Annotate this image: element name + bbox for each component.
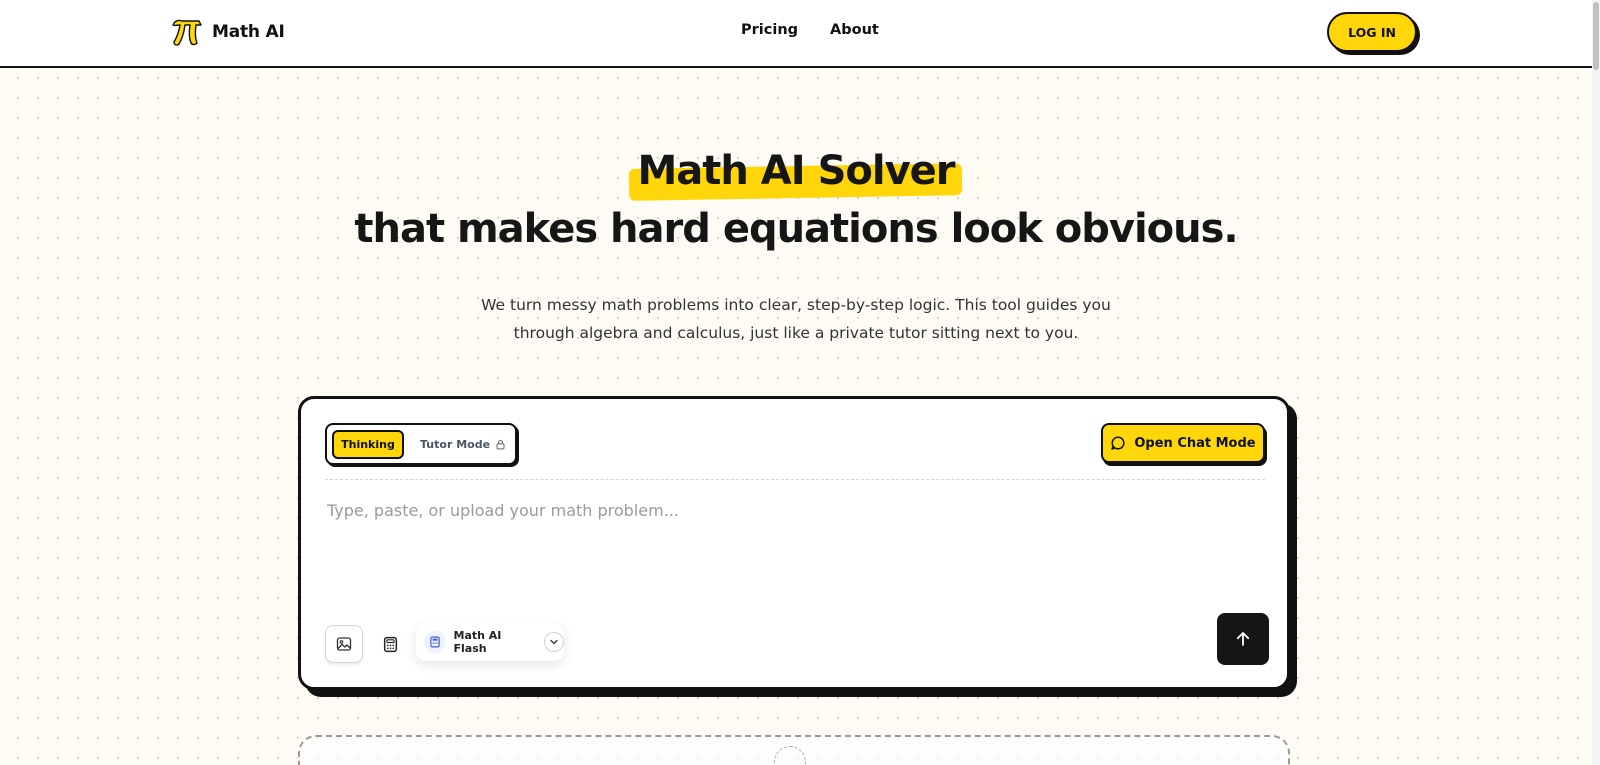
chevron-down-icon xyxy=(550,639,558,645)
hero-title: Math AI Solver that makes hard equations… xyxy=(0,142,1592,258)
nav-pricing[interactable]: Pricing xyxy=(741,22,798,38)
tutor-mode-label: Tutor Mode xyxy=(420,438,491,451)
mode-toggle: Thinking Tutor Mode xyxy=(325,423,517,465)
main-nav: Pricing About xyxy=(741,22,879,38)
pi-icon xyxy=(172,19,202,46)
lock-icon xyxy=(496,439,505,450)
chat-bubble-icon xyxy=(1111,436,1125,450)
nav-about[interactable]: About xyxy=(830,22,879,38)
arrow-up-icon xyxy=(1236,632,1250,646)
hero-title-highlight: Math AI Solver xyxy=(631,142,960,200)
calculator-icon xyxy=(383,636,397,652)
upload-dropzone[interactable] xyxy=(298,735,1290,765)
open-chat-mode-button[interactable]: Open Chat Mode xyxy=(1101,423,1265,463)
hero-subtitle-line2: through algebra and calculus, just like … xyxy=(513,324,1079,342)
tutor-mode-button[interactable]: Tutor Mode xyxy=(420,430,506,459)
login-button[interactable]: LOG IN xyxy=(1327,12,1417,52)
divider xyxy=(325,479,1265,480)
problem-input[interactable] xyxy=(325,499,1259,603)
model-icon xyxy=(424,631,446,653)
image-icon xyxy=(336,637,352,651)
model-dropdown-toggle[interactable] xyxy=(544,632,564,652)
thinking-mode-button[interactable]: Thinking xyxy=(332,430,404,459)
logo[interactable]: Math AI xyxy=(170,14,285,50)
upload-icon xyxy=(774,746,806,765)
solver-card: Thinking Tutor Mode Open Chat Mode Type,… xyxy=(298,396,1290,690)
hero-subtitle: We turn messy math problems into clear, … xyxy=(450,291,1142,347)
calculator-button[interactable] xyxy=(373,627,407,661)
open-chat-mode-label: Open Chat Mode xyxy=(1134,435,1256,451)
model-select-value: Math AI Flash xyxy=(453,629,502,655)
hero-subtitle-line1: We turn messy math problems into clear, … xyxy=(481,296,1111,314)
site-header: Math AI Pricing About LOG IN xyxy=(0,0,1592,68)
logo-text: Math AI xyxy=(212,22,285,42)
model-select[interactable]: Math AI Flash xyxy=(416,623,564,661)
page-scrollbar[interactable] xyxy=(1592,0,1600,765)
hero-title-rest: that makes hard equations look obvious. xyxy=(354,206,1238,252)
calculator-icon xyxy=(430,636,440,648)
upload-image-button[interactable] xyxy=(325,625,363,663)
scrollbar-thumb[interactable] xyxy=(1593,2,1599,70)
submit-button[interactable] xyxy=(1217,613,1269,665)
